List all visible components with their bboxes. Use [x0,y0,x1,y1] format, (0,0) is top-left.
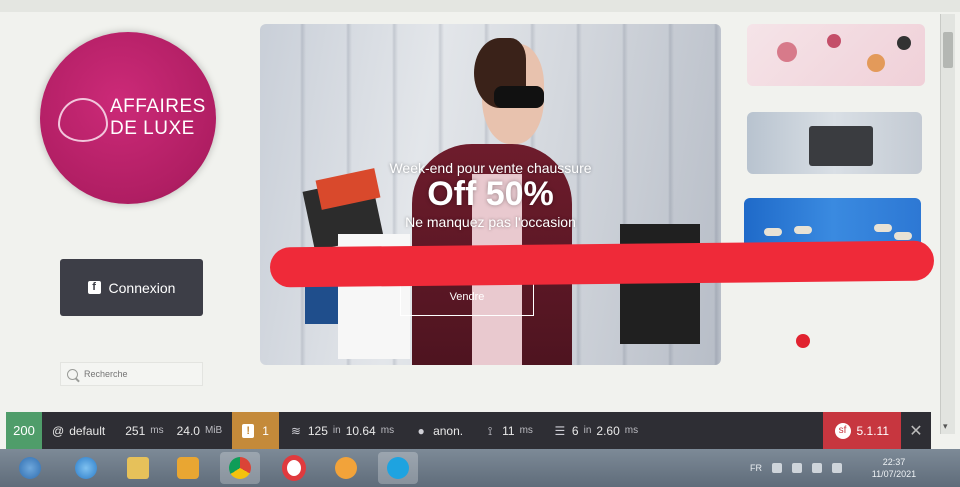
search-input[interactable] [84,369,194,379]
logo-emblem-icon [58,98,108,142]
request-time: 251 [125,423,146,438]
hero-title: Off 50% [427,175,554,213]
hero-tagline: Ne manquez pas l'occasion [405,214,576,230]
query-in-label: in [332,425,341,436]
facebook-icon: f [87,281,101,294]
warning-count: 1 [262,423,269,438]
file-explorer-icon[interactable] [118,452,158,484]
symfony-logo-icon: sf [834,422,851,439]
search-icon [67,368,78,380]
media-player-icon[interactable] [168,452,208,484]
symfony-version-panel[interactable]: sf 5.1.11 [822,412,901,449]
memory-unit: MiB [204,425,223,436]
opera-icon[interactable] [274,452,314,484]
taskbar-clock[interactable]: 22:37 11/07/2021 [864,452,924,484]
login-label: Connexion [108,279,176,296]
memory-usage: 24.0 [176,423,200,438]
cache-panel[interactable]: ☰ 6 in 2.60 ms [543,412,648,449]
database-layers-icon: ≋ [290,423,301,438]
environment-panel[interactable]: @ default [42,412,115,449]
internet-explorer-icon[interactable] [66,452,106,484]
close-toolbar-icon[interactable]: ✕ [901,412,931,449]
doctrine-panel[interactable]: ≋ 125 in 10.64 ms [279,412,404,449]
skype-icon[interactable] [378,452,418,484]
twig-time: 11 [502,423,515,438]
logs-panel[interactable]: ! 1 [232,412,279,449]
chrome-icon[interactable] [220,452,260,484]
battery-icon[interactable] [792,463,802,473]
query-time: 10.64 [345,423,376,438]
window-top-edge [0,0,960,12]
cache-calls: 6 [571,423,579,438]
system-tray: FR [750,452,842,484]
volume-icon[interactable] [832,463,842,473]
cache-in-label: in [583,425,592,436]
model-sunglasses-image [494,86,544,108]
security-panel[interactable]: ● anon. [404,412,473,449]
clock-date: 11/07/2021 [871,469,917,479]
current-user: anon. [433,423,464,438]
symfony-version: 5.1.11 [856,423,889,438]
login-button[interactable]: f Connexion [60,259,203,316]
shopping-bag-image [620,224,700,344]
request-time-unit: ms [150,425,164,436]
symfony-debug-toolbar: 200 @ default 251 ms 24.0 MiB ! 1 ≋ 125 … [6,412,931,449]
performance-panel[interactable]: 251 ms 24.0 MiB [115,412,232,449]
hero-banner: Week-end pour vente chaussure Off 50% Ne… [260,24,721,365]
query-time-unit: ms [380,425,395,436]
browser-viewport: AFFAIRES DE LUXE f Connexion Week-end po… [0,0,960,487]
tray-arrow-icon[interactable] [772,463,782,473]
cache-time: 2.60 [596,423,620,438]
cosmetics-thumbnail[interactable] [747,24,925,86]
language-indicator[interactable]: FR [750,463,762,473]
logo-text-line2: DE LUXE [110,118,195,139]
twig-icon: ⟟ [487,423,493,438]
red-marker-scribble [269,240,935,288]
logo-text-line1: AFFAIRES [110,96,206,117]
twig-time-unit: ms [519,425,533,436]
cache-icon: ☰ [554,423,566,438]
red-marker-dot [796,334,810,348]
hero-subtitle: Week-end pour vente chaussure [389,160,592,176]
twig-panel[interactable]: ⟟ 11 ms [473,412,543,449]
scrollbar-thumb[interactable] [943,32,953,68]
scroll-down-icon[interactable]: ▾ [943,421,948,432]
environment-name: default [69,423,106,438]
settings-icon[interactable] [326,452,366,484]
clock-time: 22:37 [882,457,906,467]
network-icon[interactable] [812,463,822,473]
page-scrollbar[interactable]: ▾ [940,14,955,434]
search-box[interactable] [60,362,203,386]
status-code-badge[interactable]: 200 [6,412,42,449]
user-icon: ● [417,423,425,438]
cache-time-unit: ms [624,425,639,436]
warning-icon: ! [242,423,255,438]
query-count: 125 [307,423,328,438]
env-prefix: @ [52,423,65,438]
handbag-thumbnail[interactable] [747,112,922,174]
start-icon[interactable] [10,452,50,484]
